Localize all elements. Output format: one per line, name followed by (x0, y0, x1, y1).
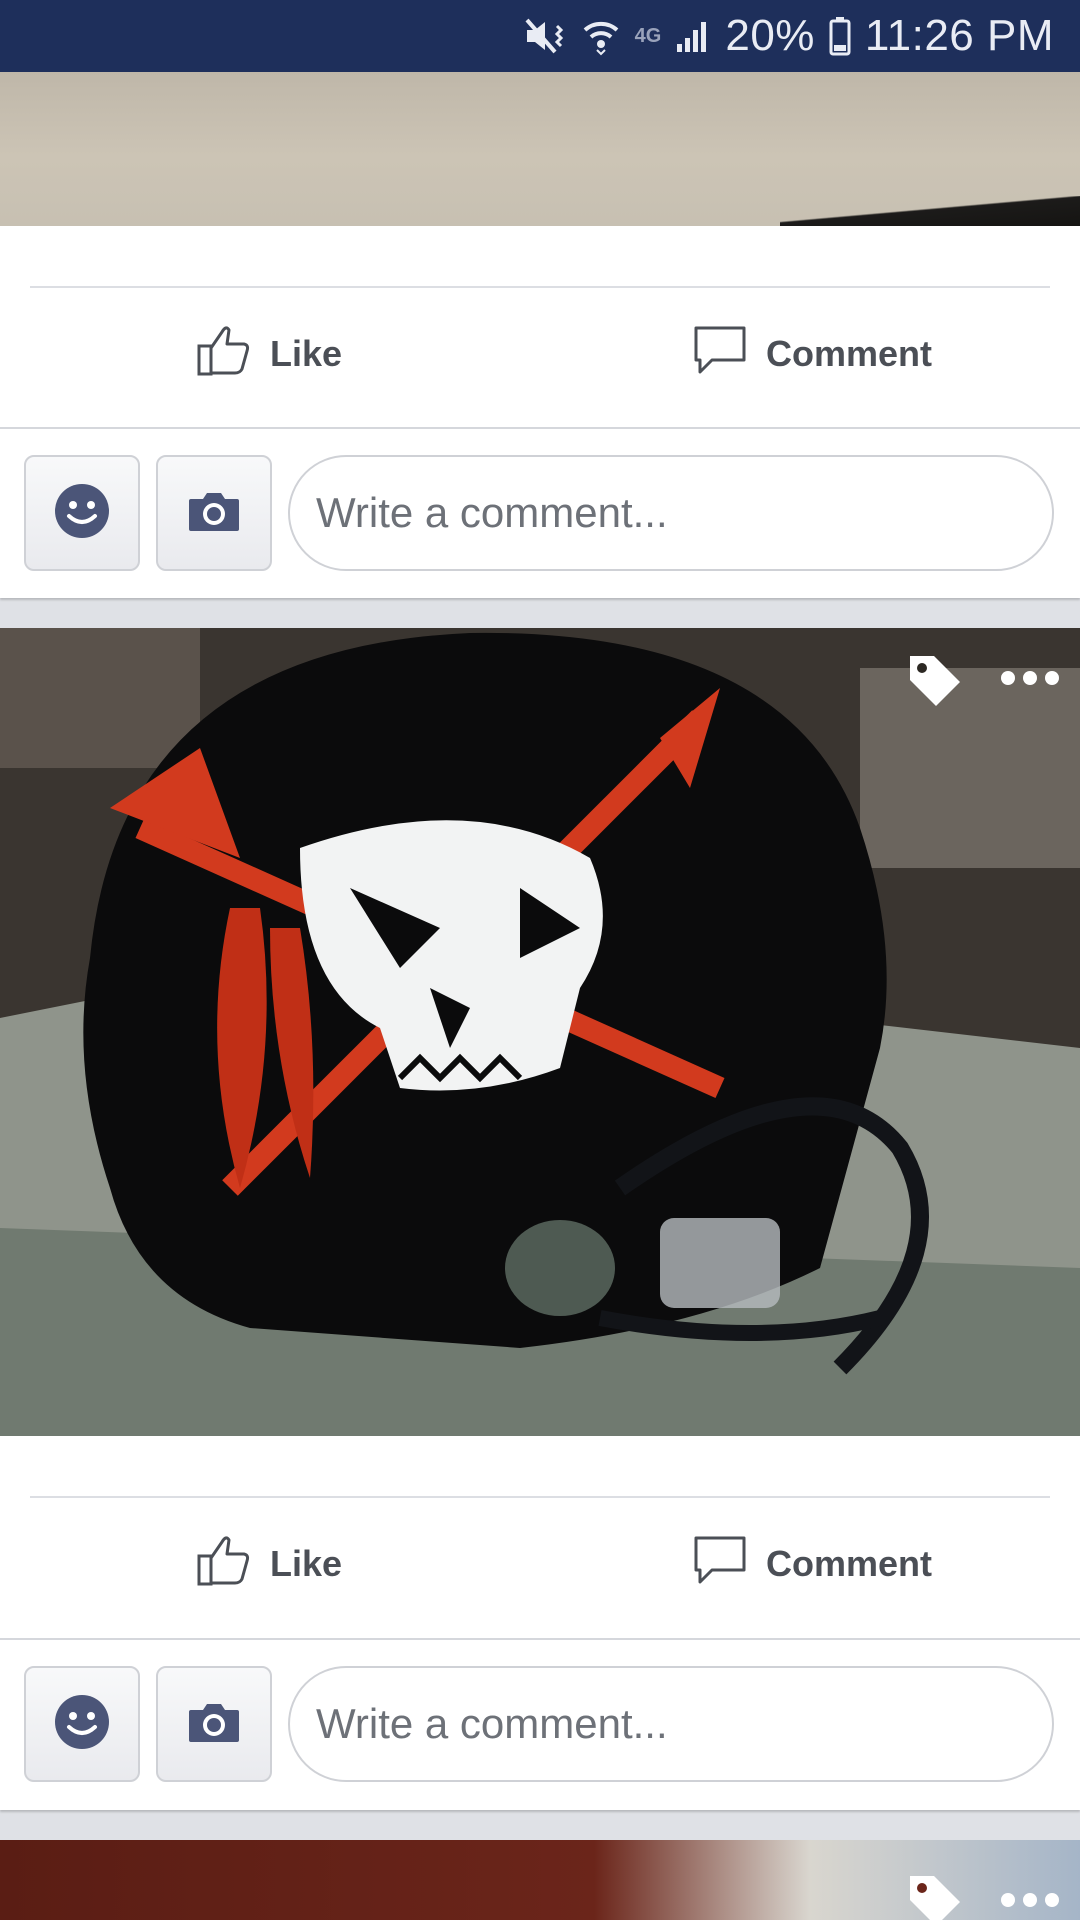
mute-vibrate-icon (523, 16, 567, 56)
comment-bubble-icon (692, 1532, 748, 1597)
thumbs-up-icon (196, 322, 252, 387)
like-button[interactable]: Like (196, 314, 342, 394)
camera-icon (187, 1700, 241, 1749)
photo-attach-button[interactable] (156, 1666, 272, 1782)
like-label: Like (270, 1543, 343, 1584)
like-label: Like (270, 333, 343, 374)
clock: 11:26 PM (864, 11, 1054, 60)
helmet-photo-illustration (0, 628, 1080, 1436)
action-separator (30, 1496, 1050, 1498)
post-card-2: Like Comment (0, 1436, 1080, 1810)
tag-icon[interactable] (906, 1872, 964, 1920)
battery-percent: 20% (725, 11, 815, 60)
camera-icon (187, 489, 241, 538)
photo-edge-shadow (780, 196, 1080, 226)
photo-attach-button[interactable] (156, 455, 272, 571)
status-bar: 4G 20% 11:26 PM (0, 0, 1080, 72)
battery-icon (829, 16, 851, 56)
thumbs-up-icon (196, 1532, 252, 1597)
comment-input[interactable] (288, 1666, 1054, 1782)
post-photo-previous[interactable] (0, 72, 1080, 226)
comment-label: Comment (766, 1543, 933, 1584)
card-divider (0, 1638, 1080, 1640)
comment-button[interactable]: Comment (692, 1524, 932, 1604)
post-photo-helmet[interactable] (0, 628, 1080, 1436)
post-photo-next[interactable] (0, 1840, 1080, 1920)
more-options-icon[interactable] (998, 1888, 1062, 1917)
more-options-icon[interactable] (998, 666, 1062, 695)
comment-bubble-icon (692, 322, 748, 387)
comment-button[interactable]: Comment (692, 314, 932, 394)
comment-input[interactable] (288, 455, 1054, 571)
card-divider (0, 427, 1080, 429)
lte-icon: 4G (634, 24, 662, 47)
like-button[interactable]: Like (196, 1524, 342, 1604)
wifi-icon (581, 16, 621, 56)
signal-icon (675, 18, 711, 54)
emoji-button[interactable] (24, 455, 140, 571)
comment-label: Comment (766, 333, 933, 374)
smiley-icon (53, 1693, 111, 1756)
smiley-icon (53, 482, 111, 545)
post-card-1: Like Comment (0, 226, 1080, 598)
emoji-button[interactable] (24, 1666, 140, 1782)
tag-icon[interactable] (906, 652, 964, 715)
action-separator (30, 286, 1050, 288)
